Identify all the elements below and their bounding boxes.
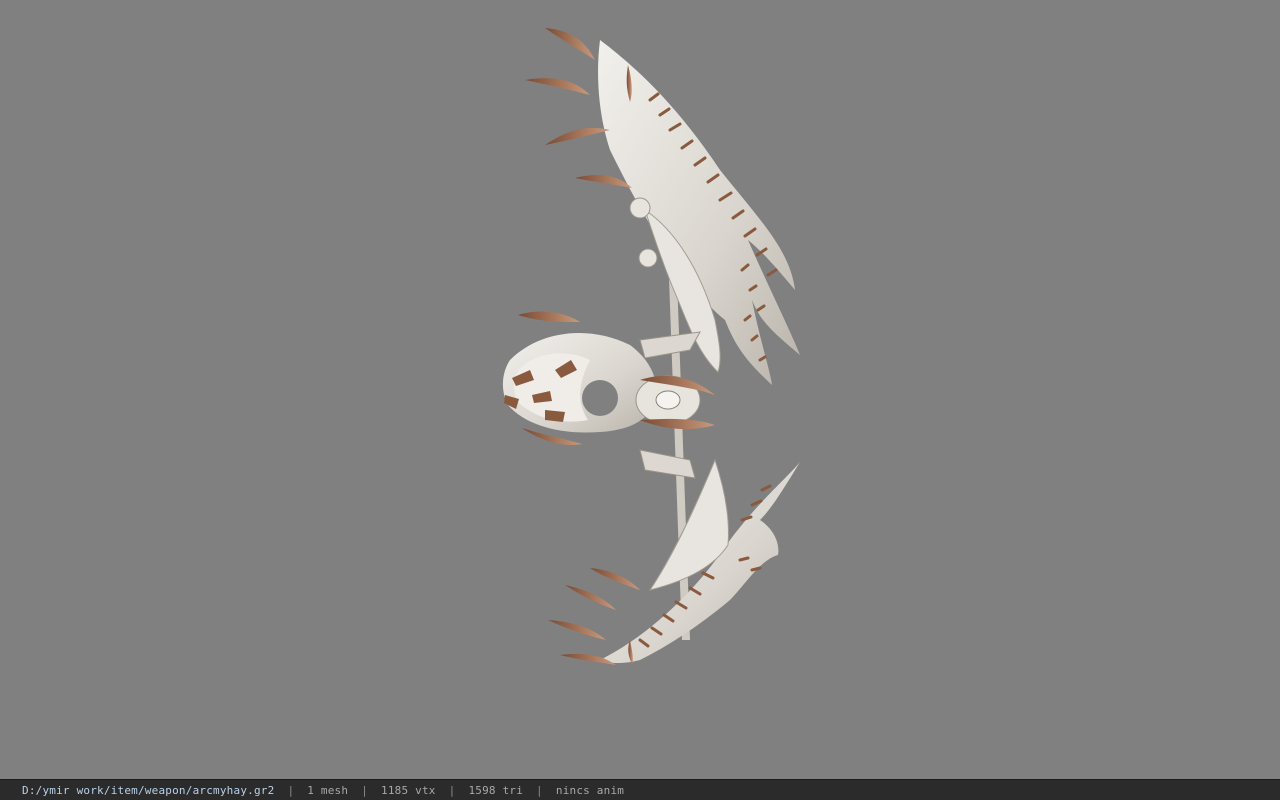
status-separator: | [287, 783, 295, 797]
bow-weapon-model[interactable] [0, 0, 1280, 779]
status-separator: | [361, 783, 369, 797]
status-separator: | [536, 783, 543, 797]
status-file-path: D:/ymir work/item/weapon/arcmyhay.gr2 [22, 783, 275, 797]
status-bar: D:/ymir work/item/weapon/arcmyhay.gr2 | … [0, 779, 1280, 800]
status-mesh-count: 1 mesh [307, 783, 349, 797]
status-animation: nincs anim [555, 783, 625, 797]
status-triangle-count: 1598 tri [468, 783, 524, 797]
bow-lower-limb [548, 458, 800, 665]
bow-upper-limb [525, 28, 800, 385]
status-vertex-count: 1185 vtx [381, 783, 436, 797]
status-separator: | [448, 783, 456, 797]
3d-viewport[interactable] [0, 0, 1280, 779]
